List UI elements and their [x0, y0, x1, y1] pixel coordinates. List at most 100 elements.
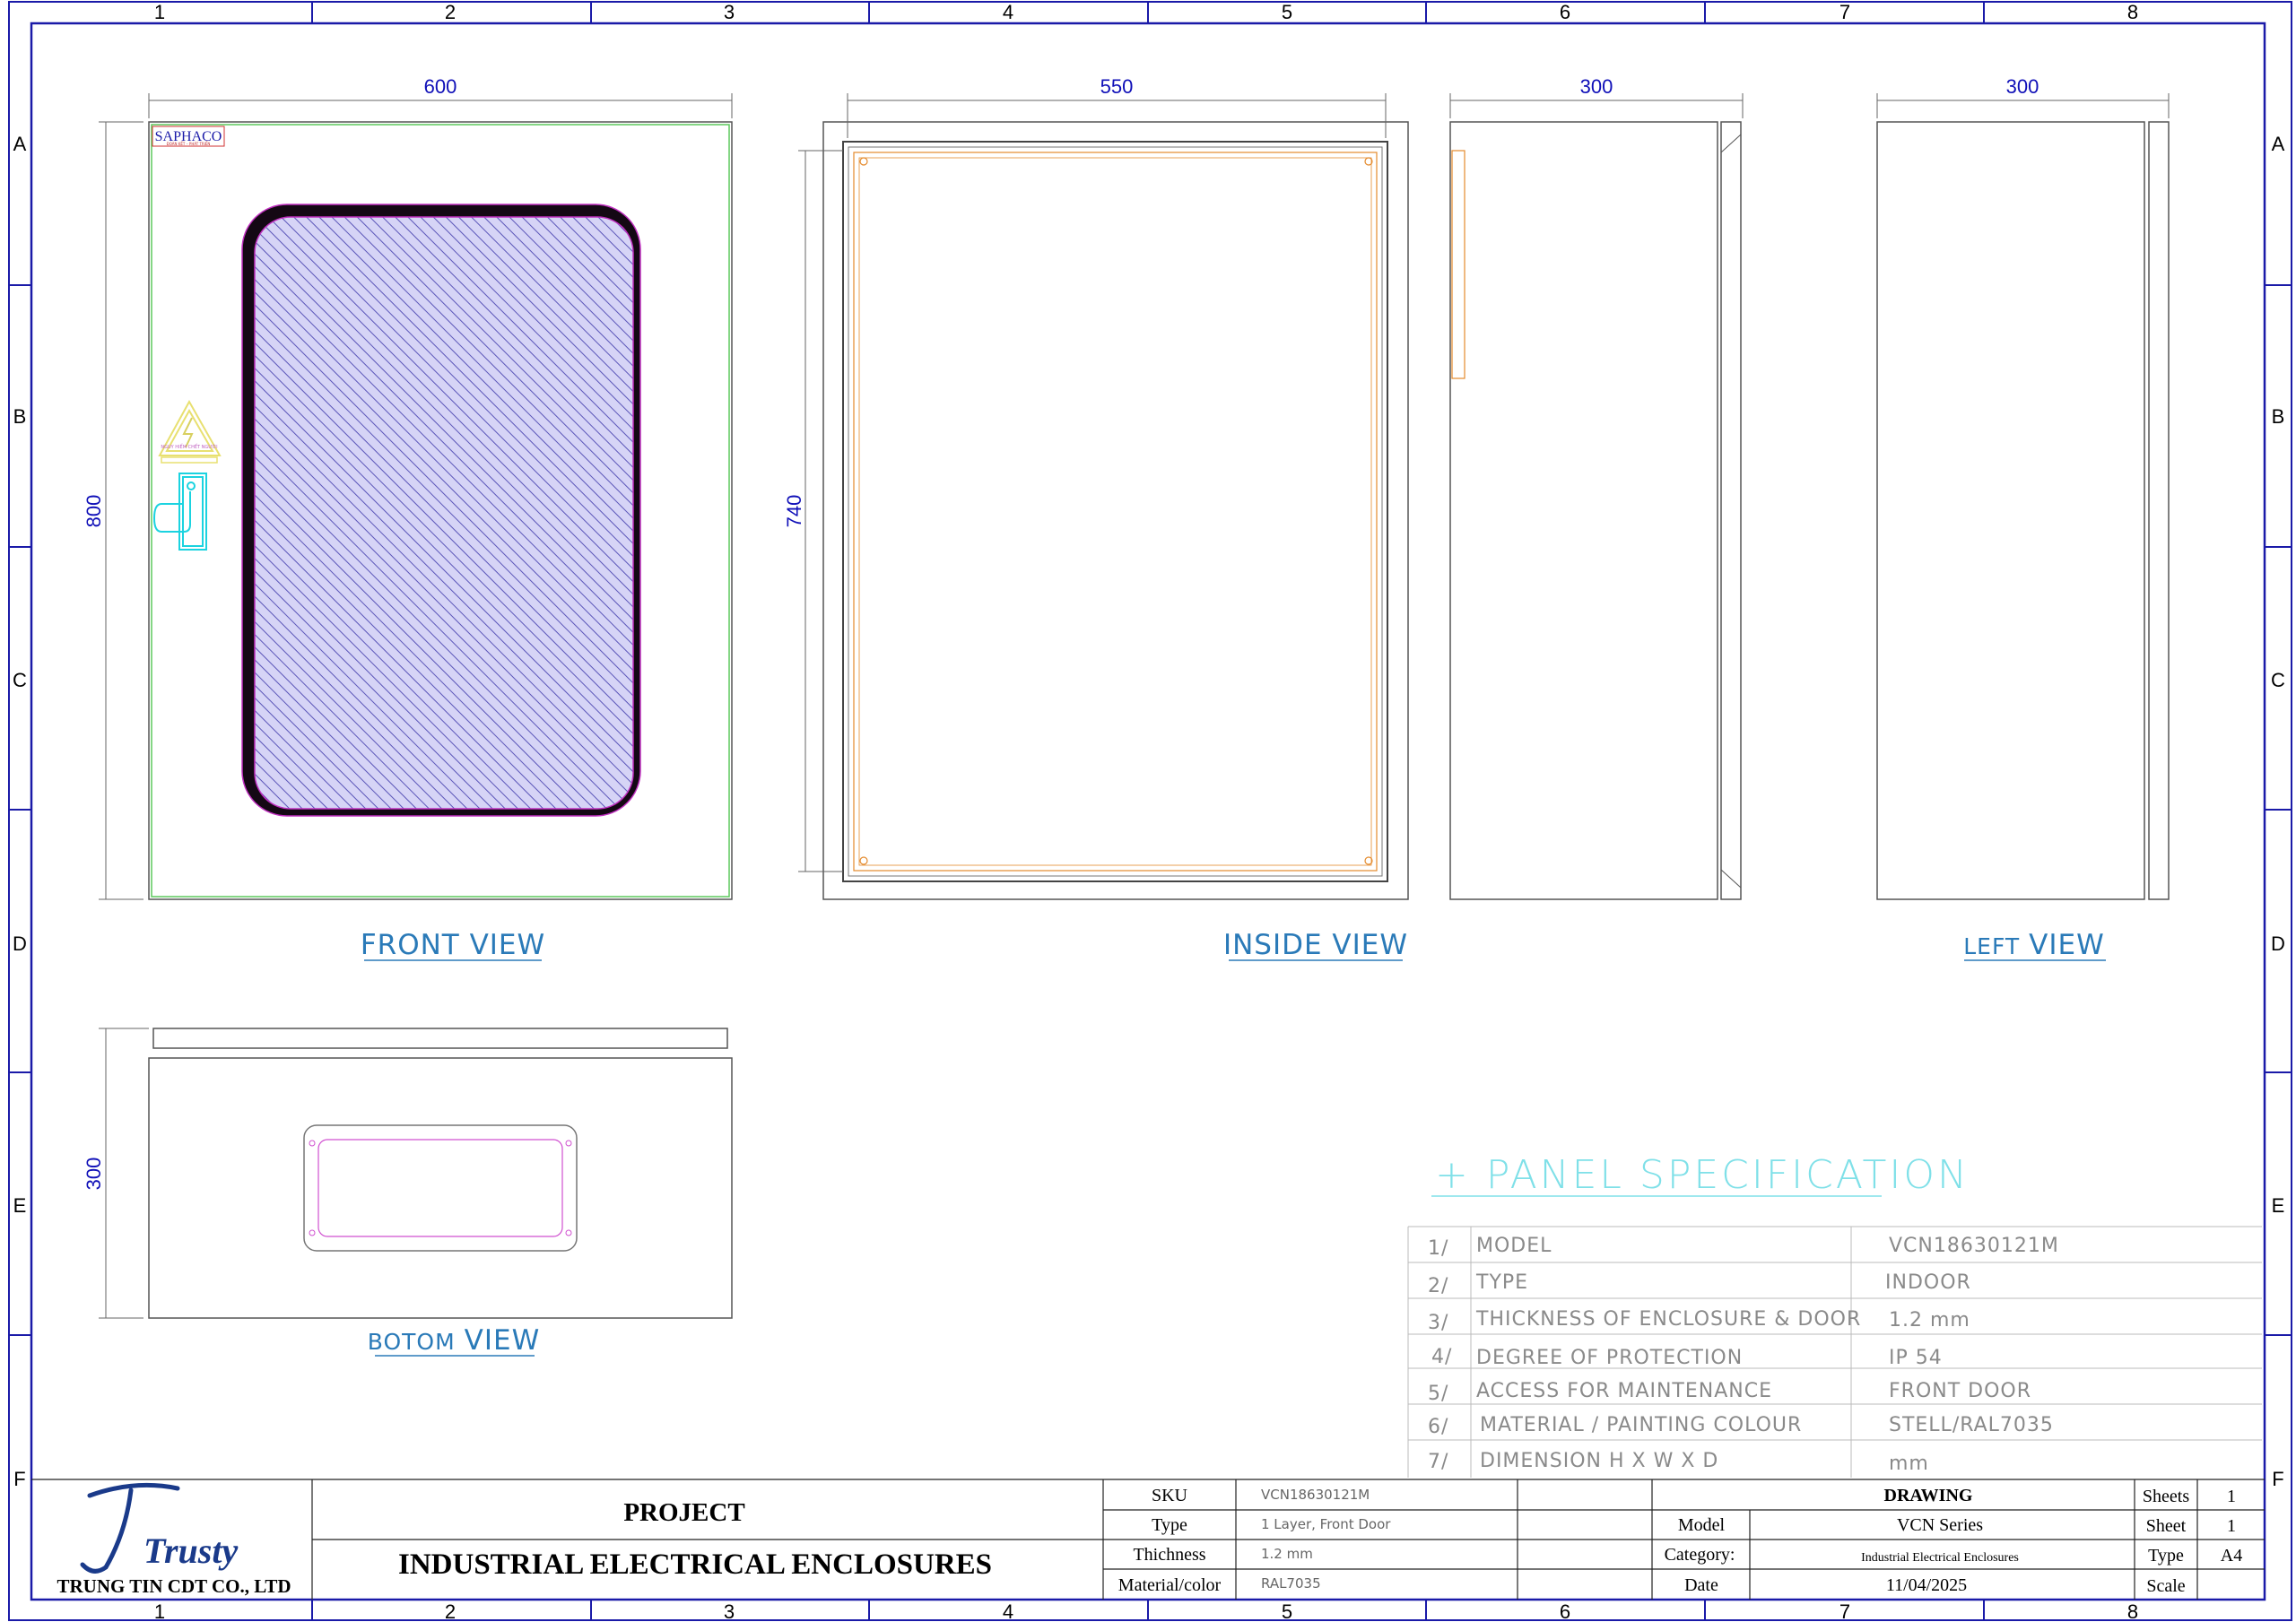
spec-row-value: 1.2 mm: [1889, 1309, 1970, 1331]
mounting-holes: [859, 157, 1373, 865]
grid-column-labels-top: 1 2 3 4 5 6 7 8: [154, 1, 2138, 23]
bottom-view: [99, 1028, 733, 1319]
cable-gland-opening: [317, 1139, 563, 1237]
bottom-view-label-main: VIEW: [465, 1324, 541, 1357]
saphaco-logo: SAPHACO ĐOÀN KẾT – PHÁT TRIỂN: [152, 126, 225, 147]
type-label: Type: [1152, 1515, 1187, 1535]
grid-column-labels-bottom: 1 2 3 4 5 6 7 8: [154, 1600, 2138, 1622]
bottom-height-dimension: [99, 1028, 149, 1319]
date-value: 11/04/2025: [1886, 1575, 1967, 1595]
spec-row-value: INDOOR: [1885, 1271, 1971, 1294]
grid-col-6: 6: [1560, 1, 1570, 23]
grid-row-d: D: [13, 932, 27, 955]
spec-row-num: 6/: [1428, 1416, 1448, 1438]
bottom-height-label: 300: [83, 1158, 105, 1191]
paper-type-value: A4: [2221, 1546, 2242, 1566]
grid-col-1: 1: [154, 1, 165, 23]
grid-row-labels-right: A B C D E F: [2271, 133, 2285, 1490]
inside-width-dimension: [847, 93, 1387, 138]
inside-view-label: INSIDE VIEW: [1223, 929, 1408, 961]
date-label: Date: [1684, 1575, 1718, 1595]
sheets-value: 1: [2227, 1487, 2236, 1506]
grid-col-8-bottom: 8: [2127, 1600, 2138, 1622]
spec-row: 7/ DIMENSION H X W X D mm: [1428, 1450, 1929, 1475]
technical-drawing: 1 2 3 4 5 6 7 8 1 2 3 4 5 6 7 8 A B C D …: [8, 1, 2292, 1622]
grid-row-labels-left: A B C D E F: [13, 133, 27, 1490]
spec-row-name: MODEL: [1476, 1235, 1552, 1257]
spec-row-value: IP 54: [1889, 1347, 1943, 1369]
material-value: RAL7035: [1261, 1575, 1321, 1592]
spec-title: + PANEL SPECIFICATION: [1435, 1152, 1970, 1198]
svg-text:NGUY HIỂM CHẾT NGƯỜI: NGUY HIỂM CHẾT NGƯỜI: [161, 443, 217, 450]
spec-row-num: 2/: [1428, 1275, 1448, 1297]
spec-row-name: THICKNESS OF ENCLOSURE & DOOR: [1475, 1308, 1861, 1331]
grid-row-e: E: [13, 1194, 27, 1217]
spec-row: 1/ MODEL VCN18630121M: [1428, 1235, 2058, 1260]
grid-col-7-bottom: 7: [1839, 1600, 1850, 1622]
grid-col-7: 7: [1839, 1, 1850, 23]
spec-row-num: 7/: [1428, 1451, 1448, 1473]
sheet-fields: Sheets 1 Sheet 1 Type A4 Scale: [2143, 1487, 2242, 1596]
inside-view: [798, 93, 1409, 900]
spec-row-num: 3/: [1428, 1312, 1448, 1334]
spec-row-num: 4/: [1431, 1346, 1452, 1368]
spec-row: 6/ MATERIAL / PAINTING COLOUR STELL/RAL7…: [1428, 1414, 2054, 1438]
spec-table: 1/ MODEL VCN18630121M 2/ TYPE INDOOR 3/ …: [1428, 1235, 2058, 1475]
grid-col-3-bottom: 3: [724, 1600, 735, 1622]
spec-row: 3/ THICKNESS OF ENCLOSURE & DOOR 1.2 mm: [1428, 1308, 1970, 1334]
project-name: INDUSTRIAL ELECTRICAL ENCLOSURES: [398, 1548, 992, 1581]
front-height-label: 800: [83, 495, 105, 528]
side-body: [1449, 121, 1718, 900]
project-label: PROJECT: [623, 1498, 744, 1527]
spec-row-name: DIMENSION H X W X D: [1480, 1450, 1718, 1472]
side-width-label: 300: [1580, 75, 1613, 98]
grid-row-a-right: A: [2272, 133, 2285, 155]
sku-value: VCN18630121M: [1261, 1487, 1370, 1503]
spec-row-name: TYPE: [1475, 1271, 1528, 1294]
grid-row-d-right: D: [2271, 932, 2285, 955]
sku-label: SKU: [1152, 1486, 1188, 1505]
material-label: Material/color: [1118, 1575, 1222, 1595]
grid-row-c-right: C: [2271, 669, 2285, 691]
spec-row: 5/ ACCESS FOR MAINTENANCE FRONT DOOR: [1428, 1380, 2031, 1405]
sheet-label: Sheet: [2146, 1516, 2187, 1536]
drawing-label: DRAWING: [1884, 1486, 1973, 1505]
inside-frame-outer: [842, 141, 1388, 882]
svg-text:ĐOÀN KẾT – PHÁT TRIỂN: ĐOÀN KẾT – PHÁT TRIỂN: [167, 141, 211, 146]
grid-col-8: 8: [2127, 1, 2138, 23]
side-view: [1449, 93, 1744, 900]
grid-col-2: 2: [445, 1, 456, 23]
inside-frame-inner: [848, 146, 1383, 877]
bottom-view-label: BOTOM VIEW: [368, 1324, 541, 1357]
grid-row-e-right: E: [2272, 1194, 2285, 1217]
spec-row-value: mm: [1889, 1453, 1929, 1475]
company-logo-text: Trusty: [144, 1531, 238, 1571]
thickness-label: Thichness: [1133, 1545, 1205, 1565]
spec-row-name: DEGREE OF PROTECTION: [1476, 1347, 1743, 1369]
bottom-door-strip: [152, 1028, 728, 1049]
cable-gland-plate: [303, 1124, 578, 1252]
grid-col-5-bottom: 5: [1282, 1600, 1292, 1622]
grid-col-1-bottom: 1: [154, 1600, 165, 1622]
left-door-edge: [2148, 121, 2170, 900]
side-gasket: [1451, 150, 1465, 379]
gland-plate-holes: [309, 1140, 572, 1236]
paper-type-label: Type: [2148, 1546, 2184, 1566]
inside-height-label: 740: [783, 495, 805, 528]
drawing-fields: DRAWING Model VCN Series Category: Indus…: [1665, 1486, 2019, 1595]
grid-row-a: A: [13, 133, 27, 155]
category-value: Industrial Electrical Enclosures: [1861, 1551, 2019, 1565]
inside-width-label: 550: [1100, 75, 1134, 98]
sheet-value: 1: [2227, 1516, 2236, 1536]
front-width-label: 600: [424, 75, 457, 98]
thickness-value: 1.2 mm: [1261, 1546, 1313, 1562]
grid-row-f: F: [13, 1468, 25, 1490]
bottom-body: [148, 1057, 733, 1319]
grid-col-6-bottom: 6: [1560, 1600, 1570, 1622]
model-label: Model: [1678, 1515, 1726, 1535]
spec-row-value: STELL/RAL7035: [1889, 1414, 2054, 1436]
grid-row-b: B: [13, 405, 27, 428]
grid-col-2-bottom: 2: [445, 1600, 456, 1622]
grid-col-5: 5: [1282, 1, 1292, 23]
left-view-label: LEFT VIEW: [1963, 929, 2105, 961]
